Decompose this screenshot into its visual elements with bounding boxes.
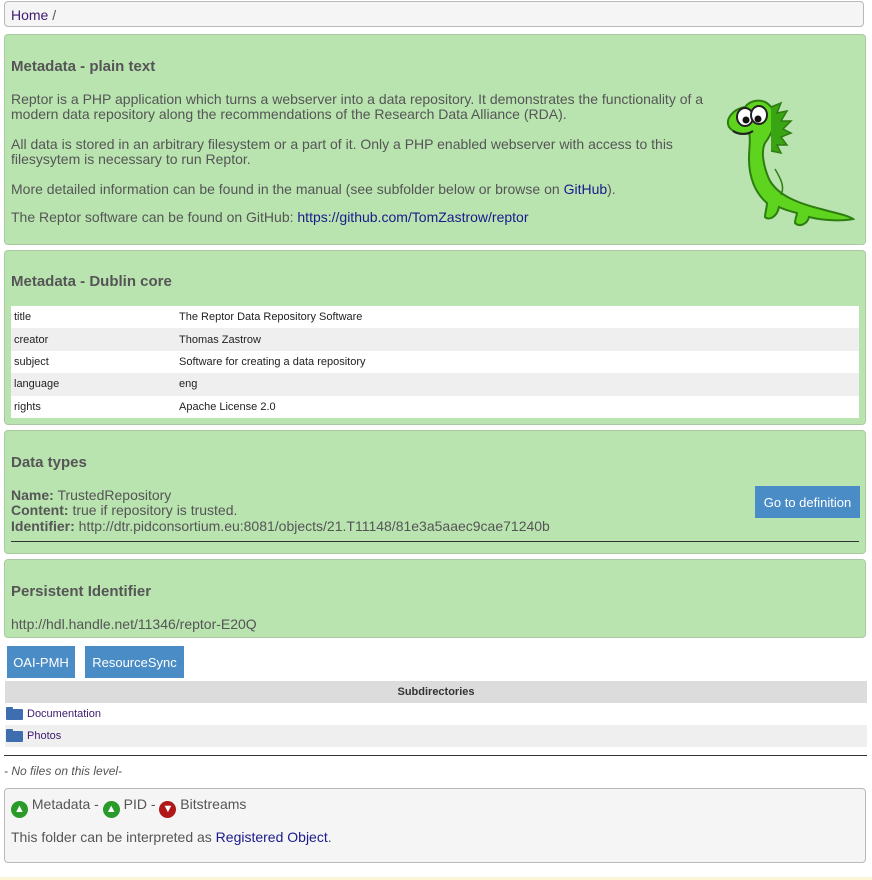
data-types-title: Data types <box>11 454 87 471</box>
interpretation-text: This folder can be interpreted as Regist… <box>11 830 332 845</box>
plain-text-paragraph-4: The Reptor software can be found on GitH… <box>11 210 751 225</box>
content-value: true if repository is trusted. <box>72 502 238 518</box>
interpretation-prefix: This folder can be interpreted as <box>11 829 216 845</box>
interpretation-suffix: . <box>327 829 332 845</box>
photos-link[interactable]: Photos <box>27 730 61 742</box>
paragraph-3-end: ). <box>607 181 616 197</box>
status-line: ▲ Metadata - ▲ PID - ▼ Bitstreams <box>11 797 246 818</box>
github-link[interactable]: GitHub <box>564 181 608 197</box>
dc-value: Apache License 2.0 <box>179 400 276 413</box>
pid-value: http://hdl.handle.net/11346/reptor-E20Q <box>11 616 257 632</box>
dc-value: Software for creating a data repository <box>179 355 366 368</box>
metadata-dublin-core-panel: Metadata - Dublin core title The Reptor D… <box>4 250 866 425</box>
resourcesync-button[interactable]: ResourceSync <box>85 646 184 678</box>
dublin-core-table: title The Reptor Data Repository Software… <box>11 306 859 418</box>
divider <box>11 541 859 542</box>
pid-status-label: PID - <box>123 796 156 812</box>
dc-key: title <box>14 311 32 324</box>
table-row: creator Thomas Zastrow <box>11 328 859 351</box>
divider <box>4 755 867 756</box>
dublin-core-title: Metadata - Dublin core <box>11 273 172 290</box>
reptor-github-url-link[interactable]: https://github.com/TomZastrow/reptor <box>297 209 528 225</box>
thumbs-up-icon: ▲ <box>11 801 28 818</box>
go-to-definition-button[interactable]: Go to definition <box>755 486 860 518</box>
plain-text-title: Metadata - plain text <box>11 58 156 75</box>
paragraph-3-text: More detailed information can be found i… <box>11 181 564 197</box>
name-label: Name: <box>11 487 54 503</box>
data-type-identifier-line: Identifier: http://dtr.pidconsortium.eu:… <box>11 519 550 534</box>
data-types-panel: Data types Name: TrustedRepository Conte… <box>4 430 866 554</box>
dc-key: language <box>11 373 176 396</box>
pid-title: Persistent Identifier <box>11 583 152 600</box>
plain-text-paragraph-3: More detailed information can be found i… <box>11 182 751 197</box>
breadcrumb-separator: / <box>52 7 57 23</box>
no-files-message: - No files on this level- <box>4 764 123 778</box>
dinosaur-mascot <box>727 99 855 226</box>
table-row: rights Apache License 2.0 <box>11 396 859 418</box>
breadcrumb: Home / <box>4 1 864 27</box>
registered-object-link[interactable]: Registered Object <box>216 829 328 845</box>
folder-icon <box>6 706 23 720</box>
name-value: TrustedRepository <box>57 487 172 503</box>
dc-key: rights <box>14 400 41 413</box>
oai-pmh-button[interactable]: OAI-PMH <box>7 646 75 678</box>
dc-value: Thomas Zastrow <box>176 328 859 351</box>
status-panel: ▲ Metadata - ▲ PID - ▼ Bitstreams This f… <box>4 788 866 863</box>
bitstreams-status-label: Bitstreams <box>180 796 247 812</box>
folder-icon <box>6 728 23 742</box>
dc-key: subject <box>14 355 49 368</box>
dc-value: The Reptor Data Repository Software <box>179 311 363 324</box>
dc-key: creator <box>11 328 176 351</box>
subdirectories-header: Subdirectories <box>5 681 867 703</box>
table-row: subject Software for creating a data repo… <box>11 351 859 373</box>
thumbs-up-icon: ▲ <box>102 801 120 818</box>
metadata-plain-text-panel: Metadata - plain text Reptor is a PHP ap… <box>4 34 866 245</box>
persistent-identifier-panel: Persistent Identifier http://hdl.handle.… <box>4 559 866 638</box>
thumbs-down-icon: ▼ <box>159 801 177 818</box>
metadata-status-label: Metadata - <box>31 796 99 812</box>
dc-value: eng <box>176 373 859 396</box>
breadcrumb-home-link[interactable]: Home <box>11 7 48 23</box>
paragraph-4-text: The Reptor software can be found on GitH… <box>11 209 298 225</box>
identifier-label: Identifier: <box>11 518 75 534</box>
subdirectory-row-documentation[interactable]: Documentation <box>5 703 867 725</box>
content-label: Content: <box>11 502 69 518</box>
data-type-content-line: Content: true if repository is trusted. <box>11 503 237 518</box>
table-row: language eng <box>11 373 859 396</box>
subdirectory-row-photos[interactable]: Photos <box>5 725 867 747</box>
table-row: title The Reptor Data Repository Software <box>11 306 859 328</box>
plain-text-paragraph-1: Reptor is a PHP application which turns … <box>11 91 704 122</box>
data-type-name-line: Name: TrustedRepository <box>11 488 171 503</box>
identifier-value: http://dtr.pidconsortium.eu:8081/objects… <box>78 518 550 534</box>
documentation-link[interactable]: Documentation <box>27 708 101 720</box>
plain-text-paragraph-2: All data is stored in an arbitrary files… <box>11 136 673 167</box>
